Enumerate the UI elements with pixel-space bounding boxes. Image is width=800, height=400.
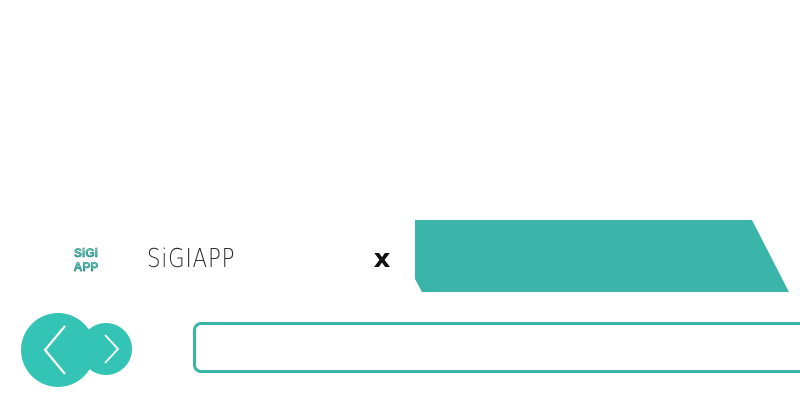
tab-close-button[interactable]: x [368,243,396,275]
new-tab-shape [415,220,789,292]
svg-text:SiGi: SiGi [74,246,98,260]
svg-text:APP: APP [74,260,99,273]
address-bar [193,322,800,373]
new-tab-button[interactable] [412,219,792,293]
tab-title: SiGIAPP [147,244,236,274]
back-button[interactable] [20,312,96,388]
browser-tab[interactable]: SiGi APP SiGIAPP x [0,220,415,300]
browser-window: SiGi APP SiGIAPP x [0,0,800,400]
address-input[interactable] [206,331,790,367]
sigi-app-logo: SiGi APP [73,246,99,273]
